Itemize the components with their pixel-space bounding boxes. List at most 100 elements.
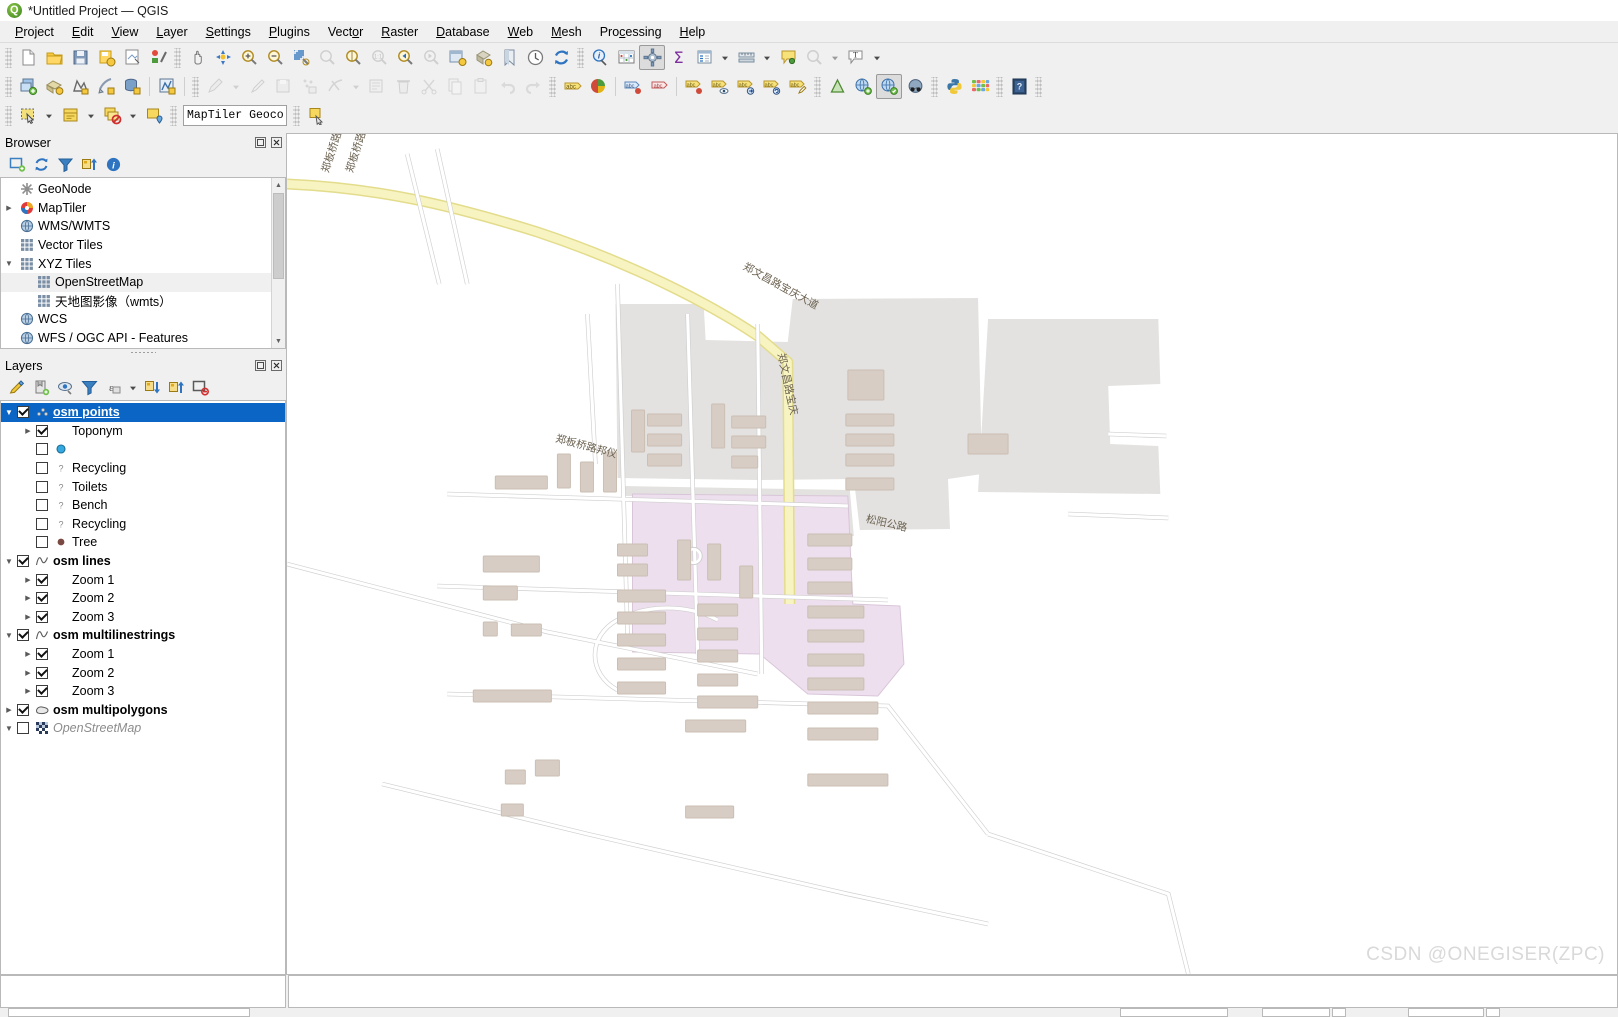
layer-visibility-checkbox[interactable]	[36, 610, 48, 623]
python-console-icon[interactable]	[941, 74, 967, 99]
chevron-down-icon[interactable]	[827, 45, 843, 70]
highlight-pinned-labels-icon[interactable]: abc	[681, 74, 707, 99]
twisty-closed-icon[interactable]	[20, 669, 36, 677]
identify-features-icon[interactable]: i	[587, 45, 613, 70]
toolbar-grip[interactable]	[814, 76, 821, 97]
new-3d-map-view-icon[interactable]	[470, 45, 496, 70]
sum-icon[interactable]: Σ	[665, 45, 691, 70]
toolbar-grip[interactable]	[931, 76, 938, 97]
twisty-closed-icon[interactable]	[1, 706, 17, 714]
toolbar-grip[interactable]	[549, 76, 556, 97]
chevron-down-icon[interactable]	[759, 45, 775, 70]
twisty-closed-icon[interactable]	[20, 576, 36, 584]
save-project-as-icon[interactable]	[93, 45, 119, 70]
layer-visibility-checkbox[interactable]	[17, 555, 29, 568]
collapse-all-icon[interactable]	[165, 377, 187, 398]
style-manager-icon[interactable]	[145, 45, 171, 70]
deselect-features-icon[interactable]	[99, 103, 125, 128]
show-hide-labels-icon[interactable]: abc	[646, 74, 672, 99]
rotate-label-icon[interactable]: abc	[759, 74, 785, 99]
filter-legend-icon[interactable]	[78, 377, 100, 398]
twisty-open-icon[interactable]	[1, 557, 17, 566]
layer-visibility-checkbox[interactable]	[36, 573, 48, 586]
undo-icon[interactable]	[494, 74, 520, 99]
close-panel-icon[interactable]	[270, 359, 283, 372]
layer-visibility-checkbox[interactable]	[36, 424, 48, 437]
layer-visibility-checkbox[interactable]	[17, 703, 29, 716]
open-attribute-table-icon[interactable]	[613, 45, 639, 70]
layer-visibility-checkbox[interactable]	[36, 666, 48, 679]
layer-visibility-checkbox[interactable]	[36, 685, 48, 698]
qgis-globe-icon[interactable]	[902, 74, 928, 99]
select-by-expression-icon[interactable]	[57, 103, 83, 128]
temporal-controller-icon[interactable]	[522, 45, 548, 70]
layer-visibility-checkbox[interactable]	[36, 499, 48, 512]
add-feature-icon[interactable]	[296, 74, 322, 99]
chevron-down-icon[interactable]	[228, 74, 244, 99]
add-delimited-text-layer-icon[interactable]	[93, 74, 119, 99]
status-chip-rotation[interactable]	[1408, 1008, 1484, 1017]
browser-item-8[interactable]: WFS / OGC API - Features	[1, 329, 285, 348]
status-chip-magnifier[interactable]	[1262, 1008, 1330, 1017]
zoom-full-icon[interactable]	[288, 45, 314, 70]
metasearch-icon[interactable]	[850, 74, 876, 99]
new-project-icon[interactable]	[15, 45, 41, 70]
show-search-icon[interactable]	[801, 45, 827, 70]
browser-item-1[interactable]: MapTiler	[1, 199, 285, 218]
layer-row-13[interactable]: Zoom 1	[1, 645, 285, 664]
chevron-down-icon[interactable]	[41, 103, 57, 128]
zoom-next-icon[interactable]	[418, 45, 444, 70]
add-selected-layers-icon[interactable]	[6, 154, 28, 175]
open-layer-styling-panel-icon[interactable]	[6, 377, 28, 398]
toolbar-grip[interactable]	[996, 76, 1003, 97]
new-print-layout-icon[interactable]	[119, 45, 145, 70]
zoom-out-icon[interactable]	[262, 45, 288, 70]
layer-row-9[interactable]: Zoom 1	[1, 570, 285, 589]
chevron-down-icon[interactable]	[125, 103, 141, 128]
open-project-icon[interactable]	[41, 45, 67, 70]
layer-row-6[interactable]: ? Recycling	[1, 515, 285, 534]
remove-layer-icon[interactable]	[189, 377, 211, 398]
layer-row-17[interactable]: OpenStreetMap	[1, 719, 285, 738]
map-canvas-frame[interactable]: 郑板桥路邦仪仪1郑板桥路邦仪2郑文昌路宝庆大道郑文昌路宝庆郑板桥路邦仪松阳公路 …	[286, 133, 1618, 975]
vertex-tool-icon[interactable]	[322, 74, 348, 99]
menu-item-plugins[interactable]: Plugins	[260, 23, 319, 41]
show-pinned-labels-icon[interactable]: abc	[707, 74, 733, 99]
maptiler-geocoding-input[interactable]: MapTiler Geoco···	[183, 105, 287, 126]
layer-row-15[interactable]: Zoom 3	[1, 682, 285, 701]
toolbar-grip[interactable]	[170, 105, 177, 126]
chevron-down-icon[interactable]	[126, 377, 139, 398]
layer-visibility-checkbox[interactable]	[36, 462, 48, 475]
modify-attributes-icon[interactable]	[364, 74, 390, 99]
paste-features-icon[interactable]	[468, 74, 494, 99]
browser-item-7[interactable]: WCS	[1, 310, 285, 329]
close-panel-icon[interactable]	[270, 136, 283, 149]
label-icon[interactable]: abc	[559, 74, 585, 99]
twisty-closed-icon[interactable]	[1, 204, 17, 212]
chevron-down-icon[interactable]	[83, 103, 99, 128]
status-chip-coordinate[interactable]	[8, 1008, 250, 1017]
layer-visibility-checkbox[interactable]	[36, 480, 48, 493]
dock-splitter[interactable]	[0, 349, 286, 356]
layer-row-3[interactable]: ? Recycling	[1, 459, 285, 478]
menu-item-mesh[interactable]: Mesh	[542, 23, 591, 41]
help-contents-icon[interactable]: ?	[1006, 74, 1032, 99]
maptiler-geocoding-icon[interactable]	[303, 103, 329, 128]
twisty-closed-icon[interactable]	[20, 427, 36, 435]
menu-item-vector[interactable]: Vector	[319, 23, 372, 41]
new-map-view-icon[interactable]	[444, 45, 470, 70]
delete-selected-icon[interactable]	[390, 74, 416, 99]
add-mesh-layer-icon[interactable]	[67, 74, 93, 99]
manage-map-themes-icon[interactable]	[54, 377, 76, 398]
add-postgis-layer-icon[interactable]	[119, 74, 145, 99]
twisty-closed-icon[interactable]	[20, 687, 36, 695]
change-label-icon[interactable]: abc	[785, 74, 811, 99]
twisty-closed-icon[interactable]	[20, 594, 36, 602]
twisty-open-icon[interactable]	[1, 259, 17, 268]
openstreetmap-icon[interactable]	[876, 74, 902, 99]
layer-row-0[interactable]: osm points	[1, 403, 285, 422]
layer-row-4[interactable]: ? Toilets	[1, 477, 285, 496]
refresh-icon[interactable]	[548, 45, 574, 70]
browser-item-2[interactable]: WMS/WMTS	[1, 217, 285, 236]
menu-item-raster[interactable]: Raster	[372, 23, 427, 41]
